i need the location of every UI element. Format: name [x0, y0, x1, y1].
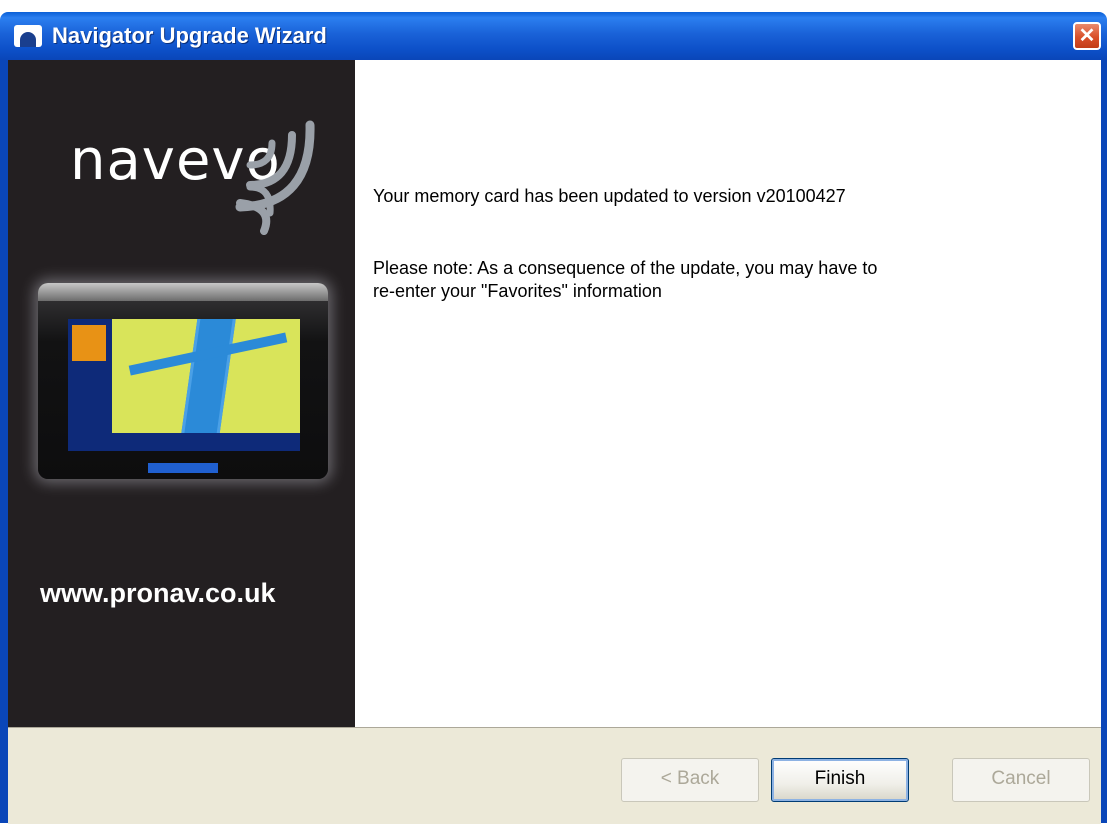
window-frame-left	[0, 60, 8, 823]
map-road	[177, 319, 237, 451]
cancel-button[interactable]: Cancel	[952, 758, 1090, 802]
update-message: Your memory card has been updated to ver…	[373, 186, 846, 206]
window-frame-right	[1101, 60, 1107, 823]
navigation-device-image	[38, 283, 328, 479]
back-button[interactable]: < Back	[621, 758, 759, 802]
website-url: www.pronav.co.uk	[40, 578, 276, 608]
favorites-note: Please note: As a consequence of the upd…	[373, 258, 878, 301]
wizard-window: Navigator Upgrade Wizard ✕ navevo www.pr…	[0, 0, 1107, 824]
window-title: Navigator Upgrade Wizard	[52, 23, 327, 48]
screen-side-panel	[68, 319, 112, 433]
close-button[interactable]: ✕	[1073, 22, 1101, 50]
screen-status-bar	[68, 433, 300, 451]
turn-arrow-icon	[72, 325, 106, 361]
button-bar: < Back Finish Cancel	[8, 727, 1101, 824]
wizard-content-panel	[355, 60, 1101, 727]
device-top-edge	[38, 283, 328, 301]
signal-waves-icon	[235, 120, 315, 235]
device-brand-badge	[148, 463, 218, 473]
finish-button[interactable]: Finish	[771, 758, 909, 802]
app-icon	[14, 25, 42, 47]
title-bar[interactable]: Navigator Upgrade Wizard ✕	[0, 12, 1107, 60]
device-screen	[68, 319, 300, 451]
